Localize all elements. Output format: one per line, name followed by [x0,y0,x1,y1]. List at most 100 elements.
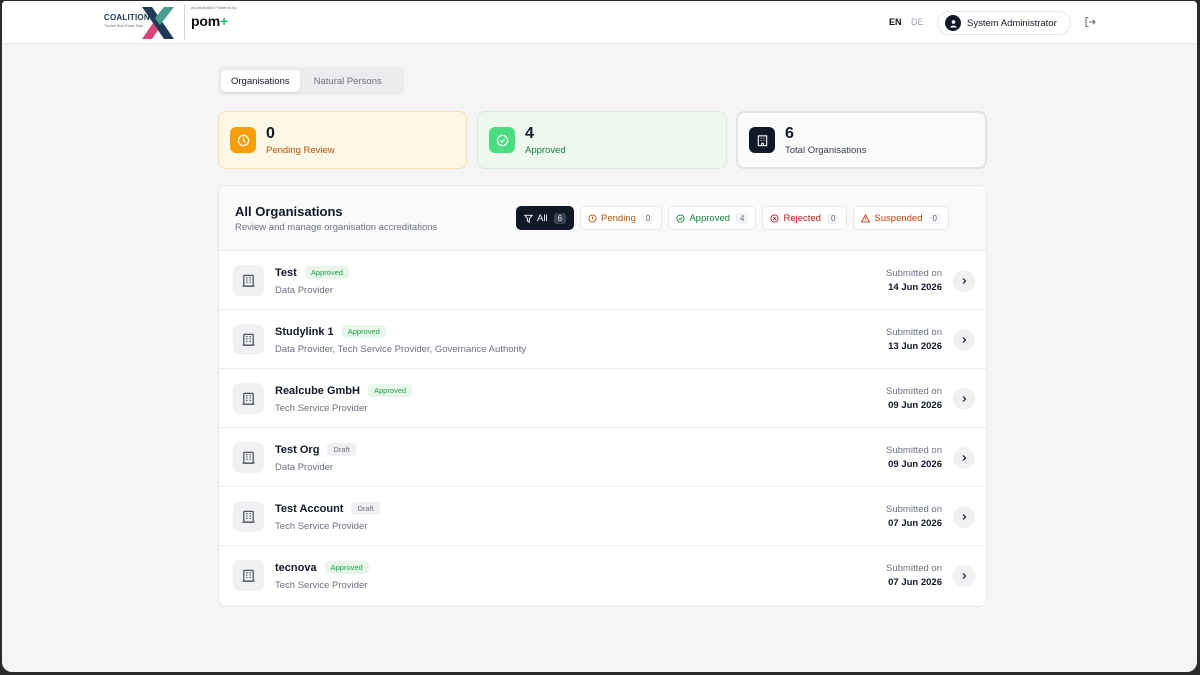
filter-icon [524,214,533,223]
organisation-row[interactable]: tecnova Approved Tech Service Provider Su… [219,546,986,605]
organisation-row[interactable]: Realcube GmbH Approved Tech Service Provi… [219,369,986,428]
filter-suspended-label: Suspended [874,212,923,224]
warning-icon [861,213,871,222]
pending-count: 0 [266,124,275,142]
organisation-type: Tech Service Provider [275,403,368,414]
organisation-name: Test Org Draft [275,443,356,456]
total-organisations-stat-card[interactable]: 6 Total Organisations [736,111,987,169]
approved-label: Approved [525,144,566,156]
status-filter-group: All 6 Pending 0 Approved 4 Rejected 0 Su… [516,206,955,230]
organisation-type: Tech Service Provider [275,580,368,591]
brand-subtitle: Trusted Real Estate Data [104,24,144,28]
organisation-name-text: Studylink 1 [275,326,334,338]
submitted-on-label: Submitted on [886,445,942,456]
organisation-row[interactable]: Test Approved Data Provider Submitted on … [219,251,986,310]
pom-logo-block: Accreditation Powered by pom+ [191,5,236,29]
submitted-date: 07 Jun 2026 [888,518,942,529]
clock-icon [230,127,256,153]
building-icon [233,265,264,296]
submitted-date: 07 Jun 2026 [888,577,942,588]
submitted-on-label: Submitted on [886,268,942,279]
chevron-right-icon[interactable] [953,565,975,587]
building-icon [233,501,264,532]
chevron-right-icon[interactable] [953,447,975,469]
organisation-name: Realcube GmbH Approved [275,384,413,397]
coalition-logo[interactable]: COALITION Trusted Real Estate Data [102,5,180,41]
submitted-date: 14 Jun 2026 [888,282,942,293]
filter-all-button[interactable]: All 6 [516,206,575,230]
entity-tabs: Organisations Natural Persons [218,67,404,95]
user-menu-button[interactable]: System Administrator [937,11,1071,35]
submitted-date: 09 Jun 2026 [888,400,942,411]
chevron-right-icon[interactable] [953,388,975,410]
filter-pending-button[interactable]: Pending 0 [580,206,663,230]
status-badge: Draft [351,502,380,515]
organisation-name: Studylink 1 Approved [275,325,386,338]
accreditation-caption: Accreditation Powered by [191,5,237,10]
filter-pending-count: 0 [641,212,655,224]
approved-stat-card[interactable]: 4 Approved [477,111,727,169]
pending-review-stat-card[interactable]: 0 Pending Review [218,111,467,169]
status-badge: Approved [304,266,349,279]
building-icon [233,324,264,355]
status-badge: Approved [367,384,413,397]
user-avatar-icon [945,15,961,31]
chevron-right-icon[interactable] [953,506,975,528]
filter-suspended-count: 0 [928,212,941,224]
submitted-on-label: Submitted on [886,327,942,338]
check-circle-icon [676,213,685,223]
logout-icon[interactable] [1083,15,1097,29]
filter-approved-button[interactable]: Approved 4 [668,206,757,230]
submitted-on-label: Submitted on [886,504,942,515]
pom-logo-plus: + [219,13,228,29]
building-icon [749,127,775,153]
organisation-name-text: Test Account [275,503,344,515]
tab-natural-persons[interactable]: Natural Persons [304,70,392,92]
organisation-type: Tech Service Provider [275,521,368,532]
filter-rejected-label: Rejected [783,212,821,224]
x-logo-mark [142,7,174,39]
building-icon [233,442,264,473]
filter-suspended-button[interactable]: Suspended 0 [853,206,949,230]
submitted-on-label: Submitted on [886,386,942,397]
organisations-list-card: All Organisations Review and manage orga… [218,185,987,607]
top-bar: COALITION Trusted Real Estate Data Accre… [2,1,1197,44]
check-circle-icon [489,127,515,153]
organisation-row[interactable]: Test Org Draft Data Provider Submitted on… [219,428,986,487]
pom-logo-text: pom [191,13,220,29]
organisation-type: Data Provider [275,462,334,473]
x-circle-icon [770,213,780,223]
filter-all-label: All [537,212,548,224]
filter-rejected-button[interactable]: Rejected 0 [762,206,848,230]
status-badge: Approved [324,561,369,574]
clock-icon [588,213,597,223]
approved-count: 4 [525,124,534,142]
pom-logo: pom+ [191,13,236,29]
submitted-on-label: Submitted on [886,563,942,574]
status-badge: Approved [341,325,386,338]
filter-approved-count: 4 [736,212,749,224]
tab-organisations[interactable]: Organisations [221,70,300,92]
app-window: COALITION Trusted Real Estate Data Accre… [2,1,1197,672]
filter-all-count: 6 [553,212,567,224]
building-icon [233,383,264,414]
user-name: System Administrator [967,17,1057,29]
organisation-row[interactable]: Test Account Draft Tech Service Provider … [219,487,986,546]
submitted-date: 09 Jun 2026 [888,459,942,470]
organisation-name: Test Approved [275,266,349,279]
total-label: Total Organisations [785,144,867,156]
list-subtitle: Review and manage organisation accredita… [235,222,438,233]
chevron-right-icon[interactable] [953,270,975,292]
filter-approved-label: Approved [689,212,731,224]
filter-rejected-count: 0 [826,212,840,224]
organisation-name-text: Test Org [275,444,320,456]
organisation-row[interactable]: Studylink 1 Approved Data Provider, Tech … [219,310,986,369]
filter-pending-label: Pending [601,212,636,224]
chevron-right-icon[interactable] [953,329,975,351]
language-de[interactable]: DE [911,17,924,27]
total-count: 6 [785,124,794,142]
language-en[interactable]: EN [889,17,902,27]
organisation-name: Test Account Draft [275,502,380,515]
organisation-name: tecnova Approved [275,561,369,574]
organisation-name-text: Test [275,267,297,279]
